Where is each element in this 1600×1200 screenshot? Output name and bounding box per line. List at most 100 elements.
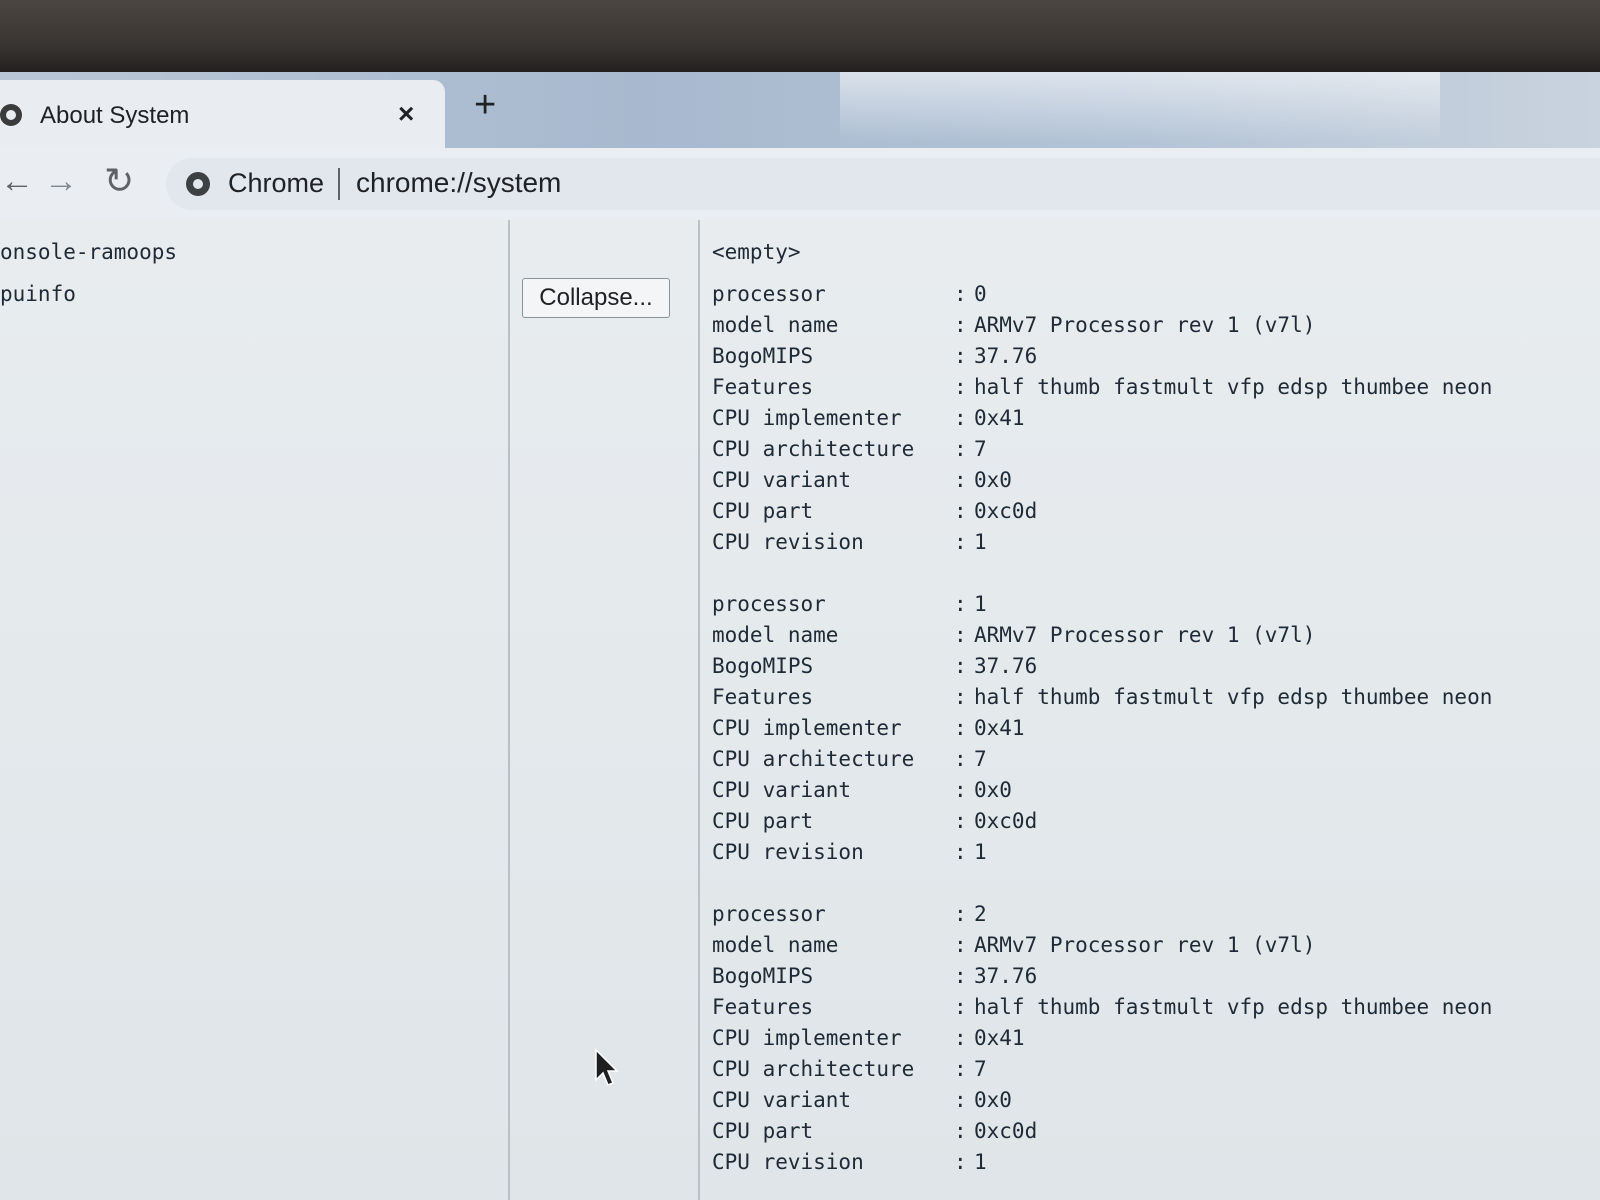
cpu-value: 7 [974, 1057, 987, 1081]
cpu-value: 0x0 [974, 1088, 1012, 1112]
cpu-key: model name [712, 623, 839, 647]
row-name-cpuinfo: puinfo [0, 282, 76, 306]
url-text[interactable]: chrome://system [356, 167, 561, 199]
cpu-value: 37.76 [974, 654, 1038, 678]
reload-icon[interactable]: ↻ [104, 160, 134, 202]
tab-about-system[interactable]: About System × [0, 80, 445, 148]
cpu-value: 37.76 [974, 964, 1038, 988]
cpu-value: 7 [974, 437, 987, 461]
cpu-value: 0x0 [974, 468, 1012, 492]
cpu-block: processor:0 model name: ARMv7 Processor re… [712, 282, 1492, 561]
cpu-line: CPU revision:1 [712, 1150, 1492, 1181]
cpu-colon: : [954, 1088, 967, 1112]
cpu-line: CPU implementer:0x41 [712, 716, 1492, 747]
cpu-value: 37.76 [974, 344, 1038, 368]
cpu-key: processor [712, 902, 826, 926]
cpu-value: 0xc0d [974, 1119, 1038, 1143]
cpu-key: CPU part [712, 1119, 814, 1143]
close-icon[interactable]: × [398, 98, 414, 130]
cpu-line: CPU architecture:7 [712, 1057, 1492, 1088]
cpu-colon: : [954, 623, 967, 647]
cpu-line: model name: ARMv7 Processor rev 1 (v7l) [712, 623, 1492, 654]
cpu-colon: : [954, 592, 967, 616]
cpu-key: CPU implementer [712, 716, 902, 740]
tab-strip: About System × + [0, 72, 1600, 148]
cpu-value: 0x41 [974, 716, 1025, 740]
cpu-block: processor:2 model name: ARMv7 Processor re… [712, 902, 1492, 1181]
cpu-line: CPU part:0xc0d [712, 809, 1492, 840]
cpu-value: 2 [974, 902, 987, 926]
cpu-key: CPU variant [712, 778, 852, 802]
tab-title: About System [40, 102, 190, 129]
cpu-colon: : [954, 1026, 967, 1050]
cpu-value: 0xc0d [974, 809, 1038, 833]
cpu-colon: : [954, 840, 967, 864]
cpu-value: 0xc0d [974, 499, 1038, 523]
cpu-line: CPU part:0xc0d [712, 499, 1492, 530]
cpu-key: BogoMIPS [712, 654, 814, 678]
cpu-value: 1 [974, 1150, 987, 1174]
browser-window: About System × + ← → ↻ Chrome chrome://s… [0, 72, 1600, 1200]
cpu-value: ARMv7 Processor rev 1 (v7l) [974, 933, 1316, 957]
cpu-colon: : [954, 375, 967, 399]
cpu-key: CPU variant [712, 468, 852, 492]
back-icon[interactable]: ← [0, 162, 34, 201]
cpu-colon: : [954, 313, 967, 337]
cpu-key: Features [712, 685, 814, 709]
cpu-colon: : [954, 995, 967, 1019]
cpu-key: model name [712, 933, 839, 957]
cpu-line: Features: half thumb fastmult vfp edsp th… [712, 995, 1492, 1026]
cpu-value: half thumb fastmult vfp edsp thumbee neo… [974, 685, 1493, 709]
cpu-key: CPU implementer [712, 1026, 902, 1050]
cpu-value: 0x0 [974, 778, 1012, 802]
cpu-colon: : [954, 437, 967, 461]
cpu-line: model name: ARMv7 Processor rev 1 (v7l) [712, 313, 1492, 344]
cpu-colon: : [954, 1119, 967, 1143]
laptop-bezel [0, 0, 1600, 78]
cpu-line: Features: half thumb fastmult vfp edsp th… [712, 375, 1492, 406]
cpu-line: CPU implementer:0x41 [712, 406, 1492, 437]
cpu-line: CPU implementer:0x41 [712, 1026, 1492, 1057]
new-tab-button[interactable]: + [474, 86, 496, 124]
cpu-line: CPU architecture:7 [712, 747, 1492, 778]
cpu-colon: : [954, 468, 967, 492]
cpu-key: processor [712, 592, 826, 616]
forward-icon[interactable]: → [44, 162, 78, 201]
cpu-line: CPU revision:1 [712, 530, 1492, 561]
site-chip-label: Chrome [228, 168, 325, 198]
address-bar[interactable]: Chrome chrome://system [166, 158, 1600, 210]
cpu-key: CPU revision [712, 530, 864, 554]
cpu-value: 7 [974, 747, 987, 771]
cpu-key: CPU part [712, 499, 814, 523]
cpu-key: CPU revision [712, 1150, 864, 1174]
column-divider [698, 220, 700, 1200]
cpu-colon: : [954, 964, 967, 988]
cpu-line: CPU variant:0x0 [712, 1088, 1492, 1119]
cpu-value: 0x41 [974, 1026, 1025, 1050]
system-page: onsole-ramoops puinfo Collapse... <empty… [0, 220, 1600, 1200]
cpu-value: half thumb fastmult vfp edsp thumbee neo… [974, 995, 1493, 1019]
cpu-line: Features: half thumb fastmult vfp edsp th… [712, 685, 1492, 716]
cpu-colon: : [954, 778, 967, 802]
cpu-key: CPU part [712, 809, 814, 833]
screen-glare [840, 72, 1440, 142]
cpu-key: CPU architecture [712, 747, 915, 771]
collapse-button[interactable]: Collapse... [522, 278, 670, 318]
cpu-key: CPU variant [712, 1088, 852, 1112]
cpu-key: Features [712, 995, 814, 1019]
row-name-console-ramoops: onsole-ramoops [0, 240, 178, 264]
cpu-key: CPU revision [712, 840, 864, 864]
globe-icon [0, 104, 22, 126]
cpu-line: BogoMIPS:37.76 [712, 344, 1492, 375]
cpu-value: ARMv7 Processor rev 1 (v7l) [974, 313, 1316, 337]
cpu-value: half thumb fastmult vfp edsp thumbee neo… [974, 375, 1493, 399]
column-divider [508, 220, 510, 1200]
cpu-colon: : [954, 282, 967, 306]
cpu-line: CPU variant:0x0 [712, 468, 1492, 499]
cpu-colon: : [954, 685, 967, 709]
toolbar: ← → ↻ Chrome chrome://system [0, 148, 1600, 221]
cpu-line: BogoMIPS:37.76 [712, 964, 1492, 995]
cpu-value: 1 [974, 840, 987, 864]
cpu-colon: : [954, 902, 967, 926]
cpu-value: 1 [974, 592, 987, 616]
